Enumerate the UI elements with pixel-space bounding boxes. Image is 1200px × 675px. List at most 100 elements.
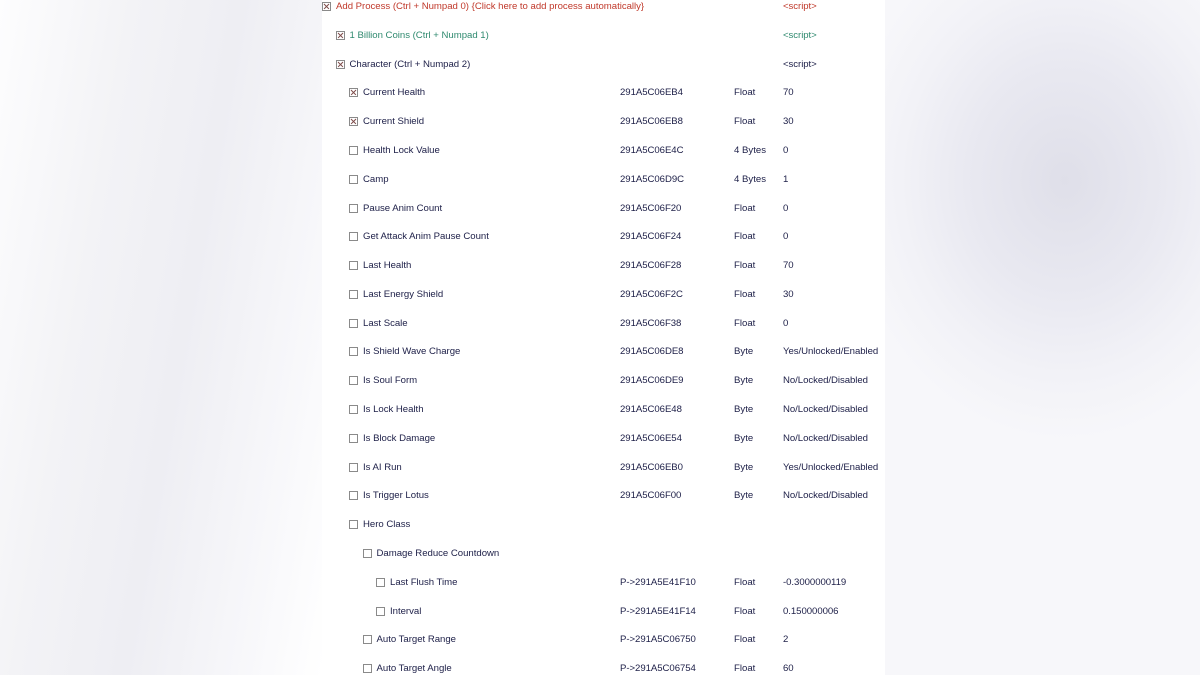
row-description[interactable]: Is Soul Form (363, 374, 417, 388)
row-value[interactable]: 30 (783, 288, 794, 302)
checkbox-unchecked-icon[interactable] (349, 462, 358, 472)
checkbox-unchecked-icon[interactable] (349, 491, 358, 501)
row-value[interactable]: No/Locked/Disabled (783, 403, 868, 417)
address-list-row[interactable]: Get Attack Anim Pause Count 291A5C06F24 Fl… (322, 230, 885, 244)
row-address[interactable]: 291A5C06D9C (620, 173, 684, 187)
checkbox-unchecked-icon[interactable] (376, 606, 385, 616)
address-list-row[interactable]: Camp 291A5C06D9C 4 Bytes 1 (322, 173, 885, 187)
address-list-row[interactable]: 1 Billion Coins (Ctrl + Numpad 1) <script… (322, 29, 885, 43)
row-address[interactable]: 291A5C06DE9 (620, 374, 684, 388)
address-list-row[interactable]: Last Energy Shield 291A5C06F2C Float 30 (322, 288, 885, 302)
row-address[interactable]: 291A5C06F00 (620, 489, 681, 503)
row-description[interactable]: Current Shield (363, 115, 424, 129)
row-value[interactable]: 0 (783, 230, 788, 244)
row-description[interactable]: Auto Target Angle (377, 662, 452, 675)
row-address[interactable]: 291A5C06F24 (620, 230, 681, 244)
address-list-row[interactable]: Hero Class (322, 518, 885, 532)
row-type[interactable]: Float (734, 317, 755, 331)
row-address[interactable]: 291A5C06F2C (620, 288, 683, 302)
row-type[interactable]: Float (734, 202, 755, 216)
checkbox-unchecked-icon[interactable] (349, 520, 358, 530)
row-type[interactable]: Byte (734, 489, 753, 503)
row-value[interactable]: No/Locked/Disabled (783, 432, 868, 446)
row-address[interactable]: 291A5C06EB4 (620, 86, 683, 100)
checkbox-unchecked-icon[interactable] (349, 376, 358, 386)
row-value[interactable]: No/Locked/Disabled (783, 489, 868, 503)
checkbox-unchecked-icon[interactable] (349, 405, 358, 415)
row-type[interactable]: Byte (734, 403, 753, 417)
row-description[interactable]: Is Lock Health (363, 403, 424, 417)
row-value[interactable]: <script> (783, 0, 817, 14)
row-description[interactable]: Is Block Damage (363, 432, 435, 446)
row-description[interactable]: Last Energy Shield (363, 288, 443, 302)
row-description[interactable]: Camp (363, 173, 389, 187)
row-address[interactable]: 291A5C06E54 (620, 432, 682, 446)
checkbox-unchecked-icon[interactable] (376, 577, 385, 587)
row-type[interactable]: Float (734, 230, 755, 244)
checkbox-checked-icon[interactable] (349, 88, 358, 98)
row-address[interactable]: 291A5C06E4C (620, 144, 684, 158)
row-address[interactable]: 291A5C06DE8 (620, 345, 684, 359)
row-type[interactable]: 4 Bytes (734, 173, 766, 187)
cheat-engine-address-list[interactable]: Add Process (Ctrl + Numpad 0) {Click her… (322, 0, 885, 675)
row-description[interactable]: Last Health (363, 259, 411, 273)
row-type[interactable]: Byte (734, 432, 753, 446)
row-value[interactable]: <script> (783, 29, 817, 43)
address-list-row[interactable]: Last Health 291A5C06F28 Float 70 (322, 259, 885, 273)
address-list-row[interactable]: Last Scale 291A5C06F38 Float 0 (322, 317, 885, 331)
row-description[interactable]: Current Health (363, 86, 425, 100)
row-value[interactable]: 70 (783, 259, 794, 273)
address-list-row[interactable]: Is Shield Wave Charge 291A5C06DE8 Byte Yes/… (322, 345, 885, 359)
row-description[interactable]: Damage Reduce Countdown (377, 547, 500, 561)
address-list-row[interactable]: Is Lock Health 291A5C06E48 Byte No/Locked/D… (322, 403, 885, 417)
row-description[interactable]: Last Flush Time (390, 576, 457, 590)
row-description[interactable]: Is Shield Wave Charge (363, 345, 460, 359)
checkbox-unchecked-icon[interactable] (362, 549, 372, 559)
row-type[interactable]: Float (734, 115, 755, 129)
row-address[interactable]: 291A5C06F20 (620, 202, 681, 216)
row-description[interactable]: Health Lock Value (363, 144, 440, 158)
address-list-row[interactable]: Is Trigger Lotus 291A5C06F00 Byte No/Locked… (322, 489, 885, 503)
row-type[interactable]: 4 Bytes (734, 144, 766, 158)
address-list-row[interactable]: Damage Reduce Countdown (322, 547, 885, 561)
row-address[interactable]: P->291A5C06750 (620, 633, 696, 647)
row-address[interactable]: 291A5C06F28 (620, 259, 681, 273)
checkbox-checked-icon[interactable] (335, 59, 345, 69)
checkbox-checked-icon[interactable] (322, 2, 331, 11)
address-list-row[interactable]: Auto Target Range P->291A5C06750 Float 2 (322, 633, 885, 647)
row-description[interactable]: Is AI Run (363, 461, 402, 475)
row-value[interactable]: 60 (783, 662, 794, 675)
row-value[interactable]: 0.150000006 (783, 605, 839, 619)
address-list-row[interactable]: Character (Ctrl + Numpad 2) <script> (322, 58, 885, 72)
row-type[interactable]: Float (734, 86, 755, 100)
row-description[interactable]: Interval (390, 605, 421, 619)
checkbox-unchecked-icon[interactable] (349, 433, 358, 443)
row-address[interactable]: P->291A5C06754 (620, 662, 696, 675)
row-type[interactable]: Float (734, 662, 755, 675)
row-type[interactable]: Float (734, 633, 755, 647)
row-description[interactable]: Auto Target Range (377, 633, 457, 647)
row-type[interactable]: Float (734, 605, 755, 619)
row-description[interactable]: Is Trigger Lotus (363, 489, 429, 503)
row-value[interactable]: 2 (783, 633, 788, 647)
checkbox-unchecked-icon[interactable] (349, 261, 358, 271)
row-address[interactable]: 291A5C06F38 (620, 317, 681, 331)
address-list-row[interactable]: Current Health 291A5C06EB4 Float 70 (322, 86, 885, 100)
checkbox-checked-icon[interactable] (349, 117, 358, 127)
address-list-row[interactable]: Add Process (Ctrl + Numpad 0) {Click her… (322, 0, 885, 14)
row-description[interactable]: Last Scale (363, 317, 408, 331)
row-type[interactable]: Float (734, 259, 755, 273)
row-type[interactable]: Float (734, 288, 755, 302)
row-value[interactable]: Yes/Unlocked/Enabled (783, 461, 878, 475)
row-address[interactable]: P->291A5E41F14 (620, 605, 696, 619)
row-value[interactable]: <script> (783, 58, 817, 72)
row-address[interactable]: 291A5C06EB8 (620, 115, 683, 129)
address-list-row[interactable]: Is AI Run 291A5C06EB0 Byte Yes/Unlocked/Ena… (322, 461, 885, 475)
address-list-row[interactable]: Is Soul Form 291A5C06DE9 Byte No/Locked/Dis… (322, 374, 885, 388)
address-list-row[interactable]: Pause Anim Count 291A5C06F20 Float 0 (322, 202, 885, 216)
checkbox-unchecked-icon[interactable] (349, 232, 358, 242)
checkbox-checked-icon[interactable] (335, 30, 345, 40)
checkbox-unchecked-icon[interactable] (349, 347, 358, 357)
row-address[interactable]: P->291A5E41F10 (620, 576, 696, 590)
checkbox-unchecked-icon[interactable] (349, 145, 358, 155)
